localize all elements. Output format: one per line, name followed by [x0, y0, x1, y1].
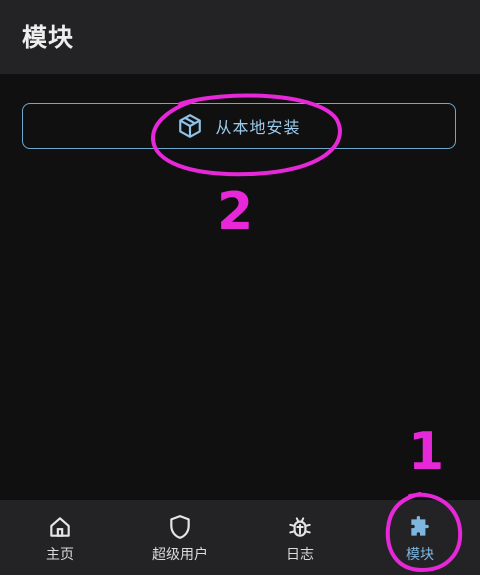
annotation-number-2: 2 [217, 182, 254, 242]
install-from-local-button[interactable]: 从本地安装 [22, 103, 456, 149]
nav-item-home[interactable]: 主页 [0, 500, 120, 575]
nav-item-superuser[interactable]: 超级用户 [120, 500, 240, 575]
annotation-number-1: 1 [408, 422, 445, 482]
nav-label-superuser: 超级用户 [152, 547, 208, 563]
nav-item-logs[interactable]: 日志 [240, 500, 360, 575]
top-app-bar: 模块 [0, 0, 480, 74]
shield-icon [170, 515, 190, 539]
nav-label-logs: 日志 [286, 547, 314, 563]
home-icon [50, 517, 70, 537]
install-from-local-label: 从本地安装 [215, 118, 301, 137]
bug-icon [289, 517, 311, 537]
nav-label-modules: 模块 [406, 547, 434, 563]
app-screen: 模块 从本地安装 2 1 主页 超级用户 日志 模块 [0, 0, 480, 575]
package-icon [179, 114, 202, 138]
nav-label-home: 主页 [46, 547, 74, 563]
page-title: 模块 [22, 23, 75, 52]
puzzle-icon [411, 516, 429, 536]
nav-item-modules[interactable]: 模块 [360, 500, 480, 575]
bottom-navigation: 主页 超级用户 日志 模块 [0, 500, 480, 575]
